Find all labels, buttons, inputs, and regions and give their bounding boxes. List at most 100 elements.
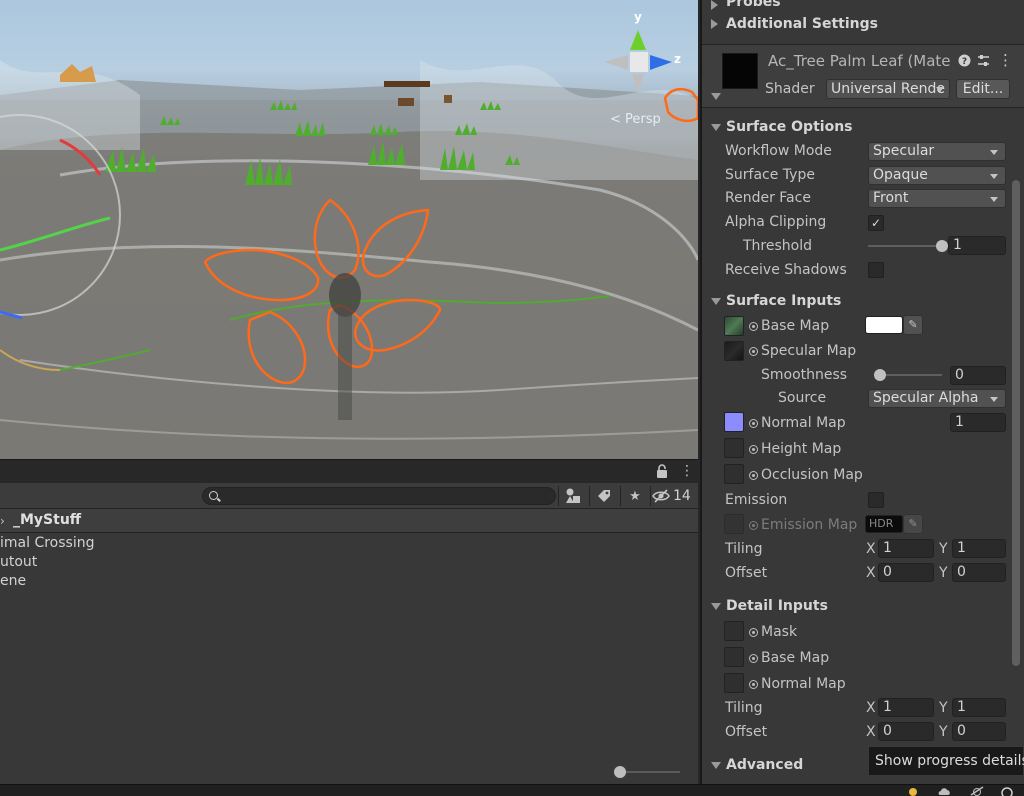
object-picker-icon	[749, 521, 758, 530]
status-bar	[0, 784, 1024, 796]
detail-mask-texture-slot[interactable]	[724, 621, 744, 641]
alpha-clipping-label: Alpha Clipping	[725, 214, 827, 230]
detail-base-map-label: Base Map	[761, 650, 830, 666]
specular-map-texture-slot[interactable]	[724, 341, 744, 361]
edit-shader-button[interactable]: Edit...	[956, 79, 1010, 99]
smoothness-slider-handle[interactable]	[874, 369, 886, 381]
render-face-dropdown[interactable]: Front	[868, 189, 1006, 208]
object-picker-icon[interactable]	[749, 322, 758, 331]
filter-by-type-icon[interactable]	[560, 485, 586, 507]
foldout-arrow-icon[interactable]	[711, 603, 721, 610]
workflow-mode-dropdown[interactable]: Specular	[868, 142, 1006, 161]
foldout-arrow-icon[interactable]	[711, 298, 721, 305]
normal-scale-field[interactable]: 1	[950, 413, 1006, 432]
offset-label: Offset	[725, 565, 768, 581]
detail-tiling-y-label: Y	[939, 700, 948, 716]
advanced-header[interactable]: Advanced	[726, 757, 803, 773]
gizmo-z-label[interactable]: z	[674, 52, 681, 66]
project-list: imal Crossing utout ene	[0, 533, 698, 758]
progress-spinner-icon[interactable]	[1000, 786, 1014, 796]
base-map-texture-slot[interactable]	[724, 316, 744, 336]
threshold-field[interactable]: 1	[948, 236, 1006, 255]
source-label: Source	[778, 390, 827, 406]
scene-view[interactable]: y z < Persp	[0, 0, 698, 459]
detail-offset-x-field[interactable]: 0	[878, 722, 934, 741]
help-icon[interactable]: ?	[958, 54, 971, 70]
camera-mode-label[interactable]: < Persp	[610, 112, 661, 127]
detail-offset-y-field[interactable]: 0	[952, 722, 1006, 741]
object-picker-icon[interactable]	[749, 445, 758, 454]
chevron-right-icon[interactable]: ›	[0, 514, 5, 528]
favorites-star-icon[interactable]: ★	[622, 485, 648, 507]
svg-text:?: ?	[962, 57, 967, 67]
foldout-arrow-icon[interactable]	[711, 19, 718, 29]
eyedropper-icon: ✎	[903, 514, 923, 534]
list-item[interactable]: utout	[0, 554, 37, 573]
icon-size-slider-handle[interactable]	[614, 766, 626, 778]
network-off-icon[interactable]	[970, 786, 984, 796]
threshold-slider-handle[interactable]	[936, 240, 948, 252]
object-picker-icon[interactable]	[749, 347, 758, 356]
surface-type-dropdown[interactable]: Opaque	[868, 166, 1006, 185]
object-picker-icon[interactable]	[749, 471, 758, 480]
tiling-x-field[interactable]: 1	[878, 539, 934, 558]
icon-size-slider[interactable]	[618, 771, 680, 773]
additional-settings-section[interactable]: Additional Settings	[726, 16, 878, 32]
object-picker-icon[interactable]	[749, 654, 758, 663]
kebab-menu-icon[interactable]: ⋮	[680, 463, 694, 479]
breadcrumb-folder[interactable]: _MyStuff	[13, 512, 81, 528]
shader-dropdown[interactable]: Universal Rende	[826, 79, 950, 99]
kebab-menu-icon[interactable]: ⋮	[998, 51, 1013, 69]
foldout-arrow-icon[interactable]	[711, 93, 721, 100]
cloud-icon[interactable]	[938, 786, 952, 796]
probes-section[interactable]: Probes	[726, 0, 781, 10]
height-map-label: Height Map	[761, 441, 842, 457]
object-picker-icon[interactable]	[749, 419, 758, 428]
detail-base-map-texture-slot[interactable]	[724, 647, 744, 667]
search-input[interactable]	[202, 487, 556, 505]
detail-tiling-y-field[interactable]: 1	[952, 698, 1006, 717]
offset-x-field[interactable]: 0	[878, 563, 934, 582]
foldout-arrow-icon[interactable]	[711, 124, 721, 131]
material-header: Ac_Tree Palm Leaf (Mate ? ⋮ Shader Unive…	[702, 44, 1024, 108]
base-color-field[interactable]	[865, 316, 903, 334]
eyedropper-icon[interactable]: ✎	[903, 315, 923, 335]
offset-y-field[interactable]: 0	[952, 563, 1006, 582]
emission-label: Emission	[725, 492, 788, 508]
foldout-arrow-icon[interactable]	[711, 762, 721, 769]
surface-options-header[interactable]: Surface Options	[726, 119, 853, 135]
surface-inputs-header[interactable]: Surface Inputs	[726, 293, 841, 309]
list-item[interactable]: ene	[0, 573, 26, 592]
smoothness-field[interactable]: 0	[950, 366, 1006, 385]
preset-sliders-icon[interactable]	[977, 54, 990, 70]
inspector-scrollbar[interactable]	[1012, 180, 1020, 666]
height-map-texture-slot[interactable]	[724, 438, 744, 458]
lock-icon[interactable]	[656, 464, 668, 478]
tiling-y-label: Y	[939, 541, 948, 557]
emission-checkbox[interactable]	[868, 492, 884, 508]
detail-normal-map-texture-slot[interactable]	[724, 673, 744, 693]
threshold-label: Threshold	[743, 238, 812, 254]
detail-inputs-header[interactable]: Detail Inputs	[726, 598, 828, 614]
hidden-packages-toggle[interactable]: 14	[652, 485, 691, 507]
foldout-arrow-icon[interactable]	[711, 0, 718, 10]
normal-map-texture-slot[interactable]	[724, 412, 744, 432]
tiling-y-field[interactable]: 1	[952, 539, 1006, 558]
detail-offset-y-label: Y	[939, 724, 948, 740]
collab-icon[interactable]	[906, 786, 920, 796]
eye-hidden-icon	[652, 489, 670, 503]
occlusion-map-texture-slot[interactable]	[724, 464, 744, 484]
alpha-clipping-checkbox[interactable]: ✓	[868, 215, 884, 231]
list-item[interactable]: imal Crossing	[0, 535, 94, 554]
receive-shadows-checkbox[interactable]	[868, 262, 884, 278]
emission-color-field: HDR	[865, 515, 903, 533]
progress-tooltip: Show progress details	[868, 746, 1024, 776]
object-picker-icon[interactable]	[749, 680, 758, 689]
smoothness-label: Smoothness	[761, 367, 848, 383]
filter-by-label-icon[interactable]	[591, 485, 617, 507]
object-picker-icon[interactable]	[749, 628, 758, 637]
smoothness-source-dropdown[interactable]: Specular Alpha	[868, 389, 1006, 408]
detail-tiling-x-field[interactable]: 1	[878, 698, 934, 717]
gizmo-y-label[interactable]: y	[634, 10, 642, 24]
threshold-slider[interactable]	[868, 245, 938, 247]
